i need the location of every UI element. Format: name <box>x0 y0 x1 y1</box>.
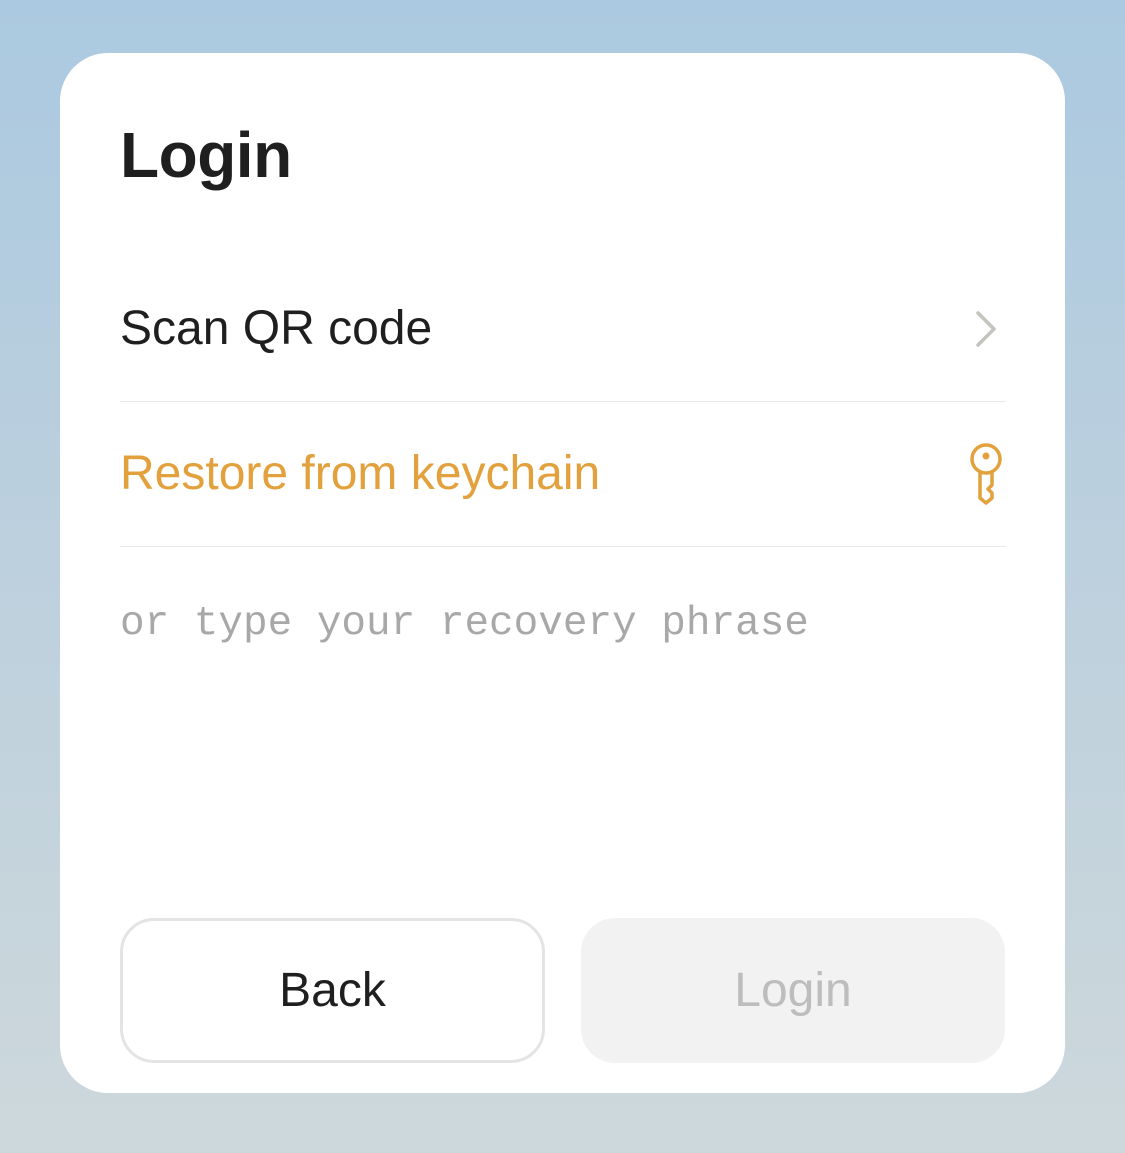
restore-from-keychain-label: Restore from keychain <box>120 447 601 500</box>
recovery-phrase-input[interactable] <box>120 598 1006 858</box>
key-icon <box>966 439 1006 509</box>
back-button[interactable]: Back <box>120 918 545 1063</box>
scan-qr-code-option[interactable]: Scan QR code <box>120 257 1006 402</box>
dialog-title: Login <box>120 119 292 191</box>
restore-from-keychain-option[interactable]: Restore from keychain <box>120 402 1006 547</box>
scan-qr-code-label: Scan QR code <box>120 302 433 355</box>
chevron-right-icon <box>966 294 1006 364</box>
login-button[interactable]: Login <box>581 918 1005 1063</box>
login-dialog: Login Scan QR code Restore from keychain… <box>60 53 1065 1093</box>
